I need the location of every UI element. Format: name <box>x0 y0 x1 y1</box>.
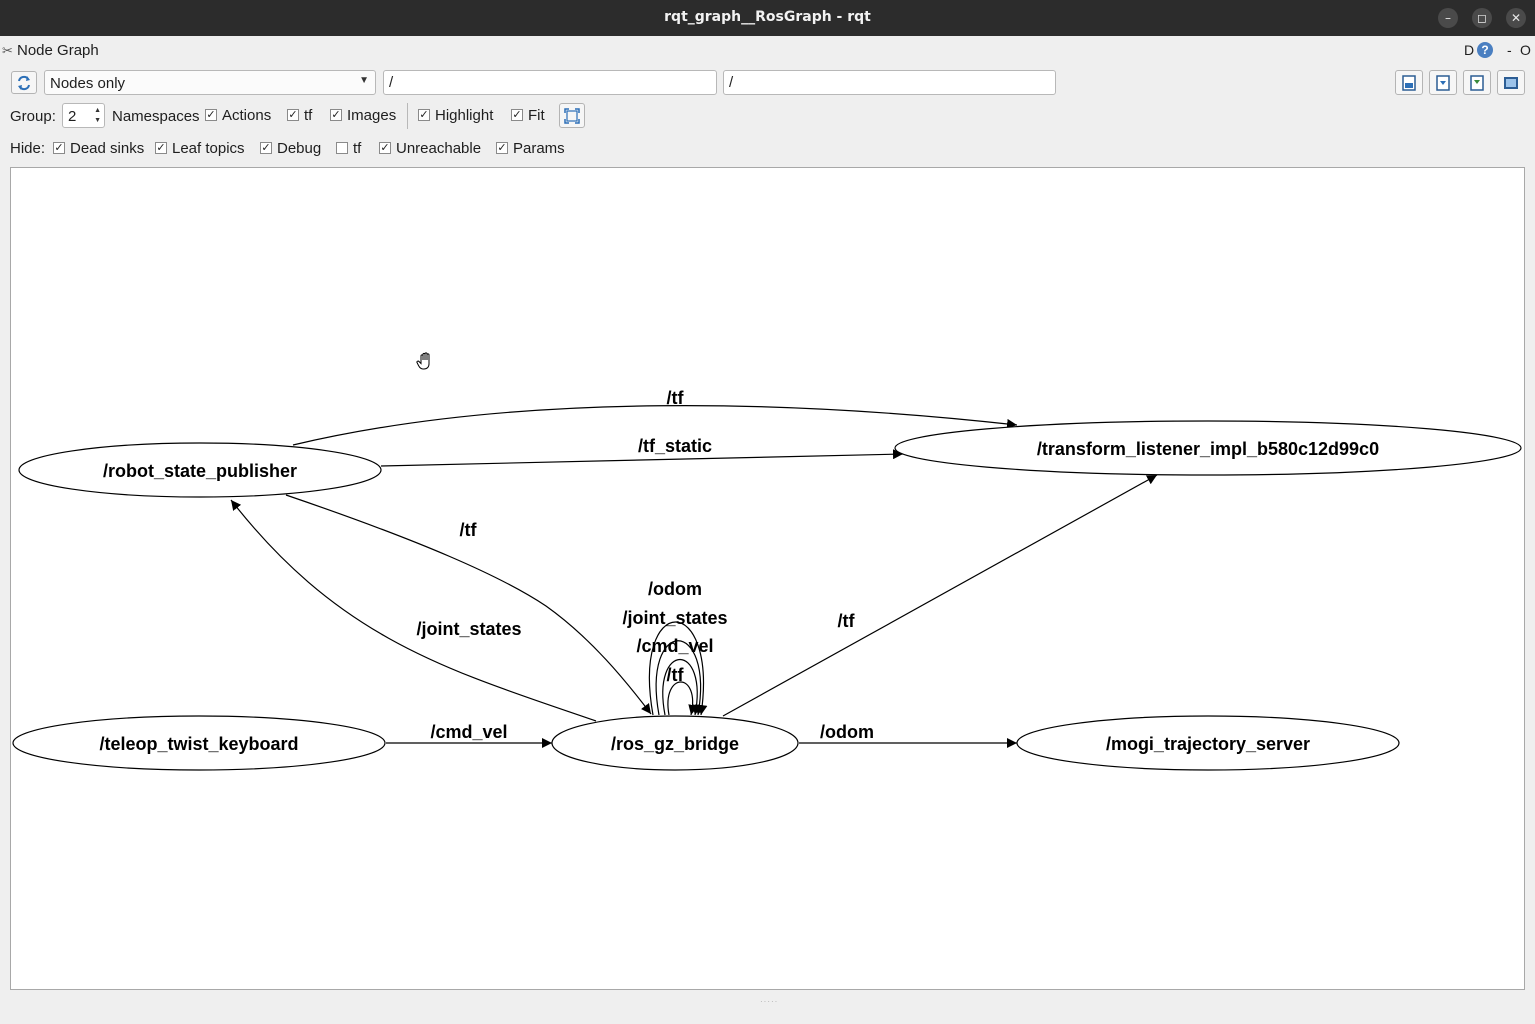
edge-label-joint-states: /joint_states <box>416 619 521 639</box>
edge-bridge-to-rsp-joint-states[interactable] <box>230 499 597 722</box>
file-open-icon <box>1402 75 1416 91</box>
plugin-tool-icon: ✂ <box>2 43 13 58</box>
node-label-ros-gz-bridge: /ros_gz_bridge <box>611 734 739 754</box>
node-label-mogi: /mogi_trajectory_server <box>1106 734 1310 754</box>
fit-view-icon <box>564 108 580 124</box>
hand-cursor-icon <box>416 352 430 370</box>
view-mode-value: Nodes only <box>50 75 126 92</box>
actions-checkbox[interactable]: ✓ <box>205 109 217 121</box>
leaf-topics-label: Leaf topics <box>172 140 245 157</box>
images-label: Images <box>347 107 397 124</box>
edge-label-odom: /odom <box>820 722 874 742</box>
edge-label-tf-static: /tf_static <box>638 436 712 456</box>
edge-label-self-tf: /tf <box>667 665 685 685</box>
dock-d-button[interactable]: D <box>1464 42 1474 58</box>
chevron-down-icon: ▼ <box>359 75 369 86</box>
hide-tf-label: tf <box>353 140 362 157</box>
node-label-transform-listener: /transform_listener_impl_b580c12d99c0 <box>1037 439 1379 459</box>
highlight-label: Highlight <box>435 107 494 124</box>
save-dot-button[interactable] <box>1429 70 1457 95</box>
help-icon[interactable]: ? <box>1477 42 1493 58</box>
dock-minimize-button[interactable]: - <box>1507 42 1512 58</box>
resize-handle[interactable]: ····· <box>760 997 778 1006</box>
highlight-checkbox[interactable]: ✓ <box>418 109 430 121</box>
edge-label-self-cmd-vel: /cmd_vel <box>636 636 713 656</box>
toolbar-separator <box>407 103 408 129</box>
group-tf-label: tf <box>304 107 313 124</box>
params-checkbox[interactable]: ✓ <box>496 142 508 154</box>
node-transform-listener[interactable]: /transform_listener_impl_b580c12d99c0 <box>894 420 1522 476</box>
close-button[interactable]: ✕ <box>1506 8 1526 28</box>
node-label-robot-state-publisher: /robot_state_publisher <box>103 461 297 481</box>
node-filter-field[interactable] <box>384 71 716 94</box>
edge-label-bridge-tl-tf: /tf <box>838 611 856 631</box>
edge-label-rsp-tl-tf: /tf <box>667 388 685 408</box>
dock-titlebar: ✂ Node Graph D - O <box>0 36 1535 64</box>
save-svg-button[interactable] <box>1463 70 1491 95</box>
fit-in-view-button[interactable] <box>559 103 585 128</box>
save-image-button[interactable] <box>1497 70 1525 95</box>
group-value: 2 <box>68 108 77 125</box>
spin-down-icon[interactable]: ▼ <box>94 117 101 124</box>
debug-checkbox[interactable]: ✓ <box>260 142 272 154</box>
leaf-topics-checkbox[interactable]: ✓ <box>155 142 167 154</box>
dock-title: Node Graph <box>17 42 99 59</box>
unreachable-label: Unreachable <box>396 140 482 157</box>
node-label-teleop: /teleop_twist_keyboard <box>99 734 298 754</box>
minimize-button[interactable]: – <box>1438 8 1458 28</box>
topic-filter-field[interactable] <box>724 71 1055 94</box>
dead-sinks-checkbox[interactable]: ✓ <box>53 142 65 154</box>
graph-canvas[interactable]: /tf /tf_static /tf /joint_states /tf /cm… <box>10 167 1525 990</box>
params-label: Params <box>513 140 565 157</box>
edge-label-rsp-bridge-tf: /tf <box>460 520 478 540</box>
dead-sinks-label: Dead sinks <box>70 140 145 157</box>
group-spinbox[interactable]: 2 ▲ ▼ <box>62 103 105 128</box>
image-icon <box>1504 77 1518 89</box>
fit-label: Fit <box>528 107 545 124</box>
hide-label: Hide: <box>10 140 46 157</box>
topic-filter-input[interactable] <box>723 70 1056 95</box>
load-dot-button[interactable] <box>1395 70 1423 95</box>
node-teleop-twist-keyboard[interactable]: /teleop_twist_keyboard <box>12 715 386 771</box>
edge-self-tf[interactable] <box>667 681 699 716</box>
group-tf-checkbox[interactable]: ✓ <box>287 109 299 121</box>
window-title: rqt_graph__RosGraph - rqt <box>664 9 871 25</box>
edge-label-cmd-vel: /cmd_vel <box>430 722 507 742</box>
group-label: Group: <box>10 108 56 125</box>
save-svg-icon <box>1470 75 1484 91</box>
images-checkbox[interactable]: ✓ <box>330 109 342 121</box>
edge-label-self-joint-states: /joint_states <box>622 608 727 628</box>
graph-svg[interactable]: /tf /tf_static /tf /joint_states /tf /cm… <box>10 167 1525 990</box>
refresh-icon <box>18 75 30 91</box>
dock-close-button[interactable]: O <box>1520 42 1531 58</box>
save-dot-icon <box>1436 75 1450 91</box>
namespaces-label: Namespaces <box>112 108 200 125</box>
spin-up-icon[interactable]: ▲ <box>94 107 101 114</box>
refresh-button[interactable] <box>11 71 37 94</box>
node-filter-input[interactable] <box>383 70 717 95</box>
node-ros-gz-bridge[interactable]: /ros_gz_bridge <box>551 715 799 771</box>
unreachable-checkbox[interactable]: ✓ <box>379 142 391 154</box>
window-titlebar: rqt_graph__RosGraph - rqt – ◻ ✕ <box>0 0 1535 36</box>
edge-label-self-odom: /odom <box>648 579 702 599</box>
fit-checkbox[interactable]: ✓ <box>511 109 523 121</box>
node-mogi-trajectory-server[interactable]: /mogi_trajectory_server <box>1016 715 1400 771</box>
edge-bridge-to-tl-tf[interactable] <box>722 474 1158 717</box>
node-robot-state-publisher[interactable]: /robot_state_publisher <box>18 442 382 498</box>
actions-label: Actions <box>222 107 272 124</box>
maximize-button[interactable]: ◻ <box>1472 8 1492 28</box>
debug-label: Debug <box>277 140 322 157</box>
view-mode-select[interactable]: Nodes only ▼ <box>44 70 376 95</box>
hide-tf-checkbox[interactable] <box>336 142 348 154</box>
